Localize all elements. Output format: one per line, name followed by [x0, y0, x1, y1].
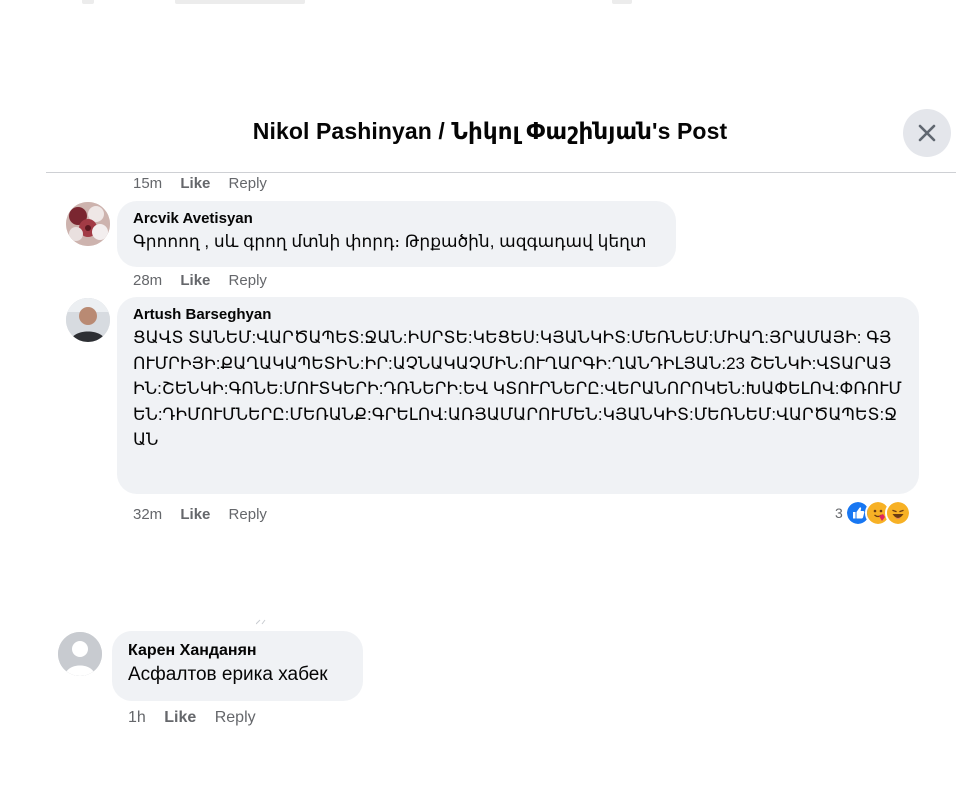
comment-time[interactable]: 15m [133, 175, 162, 192]
reply-link[interactable]: Reply [229, 175, 267, 192]
laugh-reaction-icon [884, 500, 911, 526]
comment-author[interactable]: Arcvik Avetisyan [133, 210, 660, 227]
reply-link[interactable]: Reply [215, 709, 256, 727]
comment-bubble: Карен Ханданян Асфалтов ерика хабек [112, 631, 363, 701]
comment-actions: 15m Like Reply [133, 175, 281, 192]
comment-time[interactable]: 1h [128, 709, 146, 727]
close-button[interactable] [903, 109, 951, 157]
avatar-person-image [66, 298, 110, 342]
comment-author[interactable]: Artush Barseghyan [133, 306, 903, 323]
header-divider [46, 172, 956, 173]
reply-link[interactable]: Reply [229, 506, 267, 523]
comment-bubble: Artush Barseghyan ՑԱՎՏ ՏԱՆԵՄ:ՎԱՐԾԱՊԵՏ:ՋԱ… [117, 297, 919, 494]
avatar-flowers-image [66, 202, 110, 246]
default-avatar-icon [58, 632, 102, 676]
comment-author[interactable]: Карен Ханданян [128, 642, 347, 660]
close-icon [918, 124, 936, 142]
dialog-header: Nikol Pashinyan / Նիկոլ Փաշինյան's Post [0, 100, 980, 170]
reply-link[interactable]: Reply [229, 272, 267, 289]
avatar[interactable] [58, 632, 102, 676]
comment-actions: 28m Like Reply [133, 272, 281, 289]
like-link[interactable]: Like [180, 175, 210, 192]
like-link[interactable]: Like [180, 272, 210, 289]
comment-text: Գրոոող , սև գրող մտնի փորդ։ Թրքածին, ազգ… [133, 232, 647, 251]
comment-text: ՑԱՎՏ ՏԱՆԵՄ:ՎԱՐԾԱՊԵՏ:ՋԱՆ:ԻՍՐՏԵ:ԿԵՑԵՍ:ԿՅԱՆ… [133, 328, 902, 449]
like-link[interactable]: Like [164, 709, 196, 727]
comment-time[interactable]: 28m [133, 272, 162, 289]
background-page-remnant [0, 0, 980, 8]
comment-text: Асфалтов ерика хабек [128, 664, 328, 685]
comment-actions: 1h Like Reply [128, 709, 270, 727]
like-link[interactable]: Like [180, 506, 210, 523]
scroll-remnant [255, 612, 266, 625]
comment-time[interactable]: 32m [133, 506, 162, 523]
avatar[interactable] [66, 202, 110, 246]
partial-glyph-icon [255, 619, 266, 625]
comment-bubble: Arcvik Avetisyan Գրոոող , սև գրող մտնի փ… [117, 201, 676, 267]
post-dialog-title: Nikol Pashinyan / Նիկոլ Փաշինյան's Post [252, 118, 728, 144]
reaction-count: 3 [835, 505, 843, 521]
comment-actions: 32m Like Reply [133, 506, 281, 523]
reaction-summary[interactable]: 3 [835, 500, 911, 526]
avatar[interactable] [66, 298, 110, 342]
